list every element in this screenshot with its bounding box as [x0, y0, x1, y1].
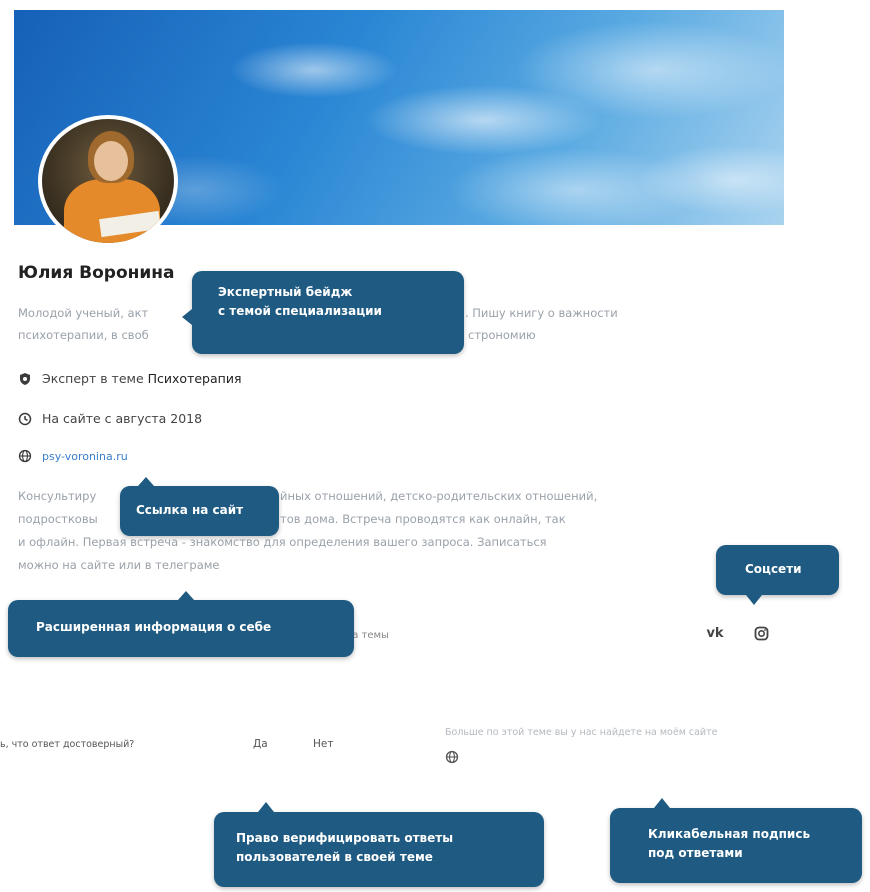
callout-text: Ссылка на сайт [136, 503, 244, 517]
website-link[interactable]: psy-voronina.ru [42, 450, 128, 463]
verify-question: ь, что ответ достоверный? [0, 739, 135, 750]
callout-text: под ответами [648, 846, 743, 860]
callout-text: Право верифицировать ответы [236, 831, 454, 845]
expert-badge-topic[interactable]: Психотерапия [148, 371, 242, 386]
callout-socials: Соцсети [716, 545, 839, 605]
about-line1-right: йных отношений, детско-родительских отно… [280, 489, 598, 503]
vk-icon[interactable]: vk [704, 622, 726, 644]
about-line2-right: тов дома. Встреча проводятся как онлайн,… [280, 512, 566, 526]
verify-yes-button[interactable]: Да [253, 738, 268, 750]
instagram-icon[interactable] [750, 622, 772, 644]
expert-badge[interactable]: Эксперт в теме Психотерапия [18, 371, 241, 386]
member-since: На сайте с августа 2018 [18, 411, 202, 426]
callout-text: Расширенная информация о себе [36, 620, 272, 634]
profile-name: Юлия Воронина [18, 263, 175, 283]
globe-icon [445, 750, 459, 764]
expert-badge-prefix: Эксперт в теме [42, 371, 144, 386]
callout-extended-info: Расширенная информация о себе [8, 591, 354, 657]
member-since-text: На сайте с августа 2018 [42, 411, 203, 426]
website-row[interactable]: psy-voronina.ru [18, 449, 128, 463]
callout-site-link: Ссылка на сайт [120, 477, 279, 536]
callout-text: Соцсети [745, 562, 802, 576]
callout-verify-right: Право верифицировать ответы пользователе… [214, 802, 544, 887]
shield-icon [20, 372, 30, 385]
instagram-glyph [754, 626, 768, 640]
callout-clickable-signature: Кликабельная подпись под ответами [610, 798, 862, 883]
callout-text: с темой специализации [218, 304, 382, 318]
bio-line1-left: Молодой ученый, акт [18, 306, 149, 320]
bio-line1-right: ии. Пишу книгу о важности [450, 306, 618, 320]
bio-line2-right: строномию [468, 328, 536, 342]
globe-icon [18, 449, 32, 463]
about-line1-left: Консультиру [18, 489, 97, 503]
callout-expert-badge: Экспертный бейдж с темой специализации [182, 271, 464, 354]
verify-no-button[interactable]: Нет [313, 738, 333, 750]
answer-signature-link[interactable]: Больше по этой теме вы у нас найдете на … [445, 727, 717, 738]
callout-text: пользователей в своей теме [236, 850, 433, 864]
about-line4: можно на сайте или в телеграме [18, 558, 220, 572]
avatar[interactable] [38, 115, 178, 247]
bio-line2-left: психотерапии, в своб [18, 328, 149, 342]
about-line2-left: подростковы [18, 512, 98, 526]
callout-text: Экспертный бейдж [218, 285, 353, 299]
callout-text: Кликабельная подпись [648, 827, 811, 841]
clock-icon [18, 412, 32, 425]
